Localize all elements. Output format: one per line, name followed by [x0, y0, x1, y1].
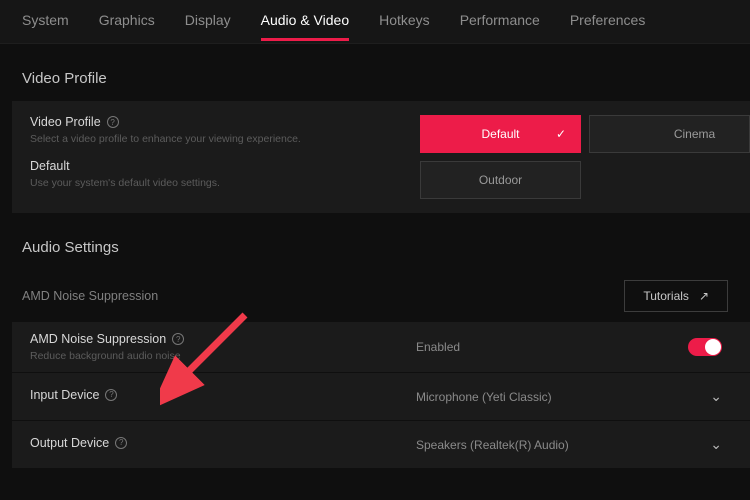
external-link-icon: ↗ — [699, 289, 709, 303]
input-device-label: Input Device — [30, 388, 99, 402]
ns-desc: Reduce background audio noise — [30, 350, 400, 362]
video-profile-label: Video Profile — [30, 115, 101, 129]
ns-label: AMD Noise Suppression — [30, 332, 166, 346]
profile-default-button[interactable]: Default — [420, 115, 581, 153]
noise-suppression-bar: AMD Noise Suppression Tutorials ↗ — [0, 270, 750, 322]
tab-hotkeys[interactable]: Hotkeys — [379, 12, 430, 38]
input-device-value: Microphone (Yeti Classic) — [416, 390, 552, 404]
output-device-label: Output Device — [30, 436, 109, 450]
tab-performance[interactable]: Performance — [460, 12, 540, 38]
chevron-down-icon: ⌄ — [710, 436, 722, 453]
tutorials-button[interactable]: Tutorials ↗ — [624, 280, 728, 312]
tab-audio-video[interactable]: Audio & Video — [261, 12, 349, 41]
tab-bar: System Graphics Display Audio & Video Ho… — [0, 0, 750, 44]
row-output-device[interactable]: Output Device ? Speakers (Realtek(R) Aud… — [12, 421, 750, 469]
tab-preferences[interactable]: Preferences — [570, 12, 645, 38]
ns-toggle[interactable] — [688, 338, 722, 356]
row-input-device[interactable]: Input Device ? Microphone (Yeti Classic)… — [12, 373, 750, 421]
section-title-video-profile: Video Profile — [0, 44, 750, 101]
output-label-row: Output Device ? — [30, 436, 400, 450]
audio-settings-table: AMD Noise Suppression ? Reduce backgroun… — [12, 322, 750, 469]
noise-suppression-bar-label: AMD Noise Suppression — [22, 289, 158, 303]
tab-system[interactable]: System — [22, 12, 69, 38]
info-icon[interactable]: ? — [105, 389, 117, 401]
ns-value: Enabled — [416, 340, 460, 354]
info-icon[interactable]: ? — [107, 116, 119, 128]
info-icon[interactable]: ? — [172, 333, 184, 345]
tab-graphics[interactable]: Graphics — [99, 12, 155, 38]
profile-button-grid: Default Cinema Outdoor — [420, 115, 750, 199]
profile-outdoor-button[interactable]: Outdoor — [420, 161, 581, 199]
info-icon[interactable]: ? — [115, 437, 127, 449]
profile-cinema-button[interactable]: Cinema — [589, 115, 750, 153]
row-noise-suppression: AMD Noise Suppression ? Reduce backgroun… — [12, 322, 750, 373]
video-profile-desc: Select a video profile to enhance your v… — [30, 133, 400, 145]
video-profile-panel: Video Profile ? Select a video profile t… — [12, 101, 750, 213]
output-device-value: Speakers (Realtek(R) Audio) — [416, 438, 569, 452]
chevron-down-icon: ⌄ — [710, 388, 722, 405]
toggle-knob — [705, 339, 721, 355]
ns-label-row: AMD Noise Suppression ? — [30, 332, 400, 346]
section-title-audio-settings: Audio Settings — [0, 213, 750, 270]
tutorials-label: Tutorials — [643, 289, 689, 303]
video-profile-default-desc: Use your system's default video settings… — [30, 177, 400, 189]
tab-display[interactable]: Display — [185, 12, 231, 38]
input-label-row: Input Device ? — [30, 388, 400, 402]
video-profile-default-label: Default — [30, 159, 400, 173]
video-profile-label-row: Video Profile ? — [30, 115, 400, 129]
